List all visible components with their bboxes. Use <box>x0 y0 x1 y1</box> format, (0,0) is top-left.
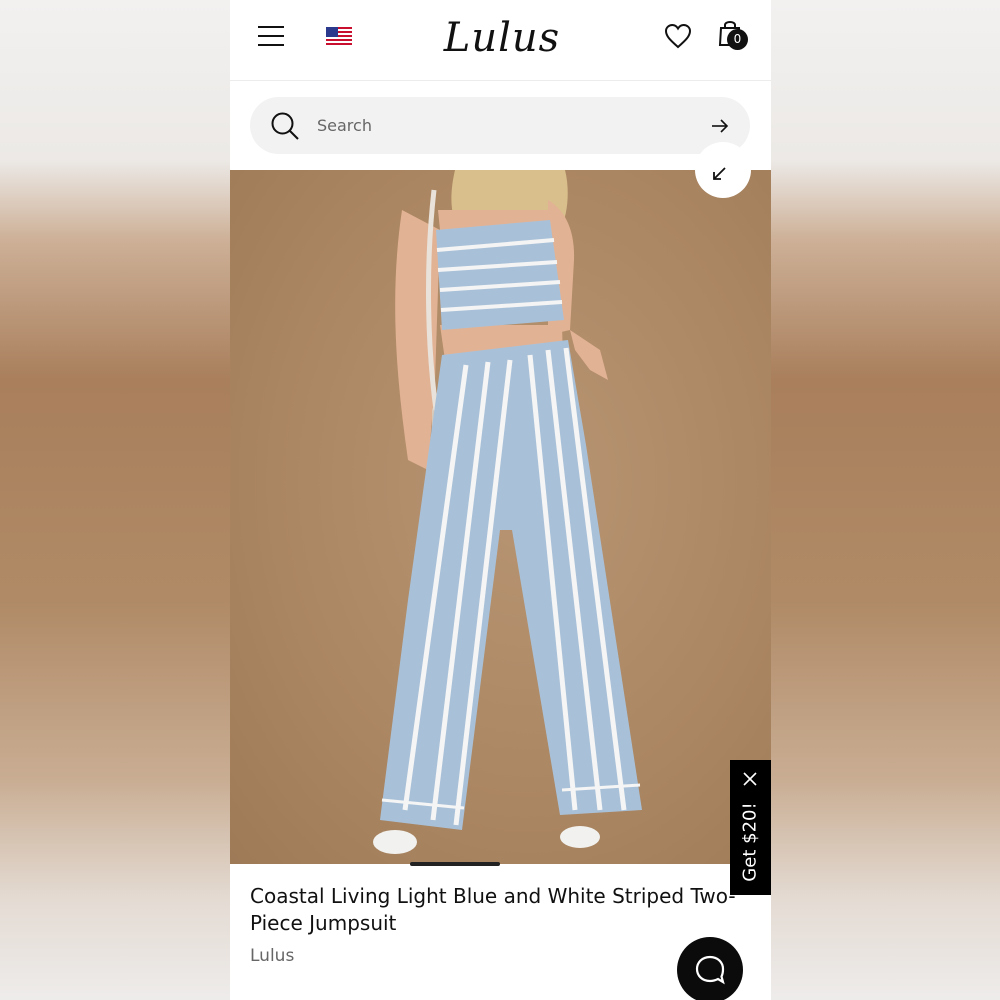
site-header: Lulus 0 <box>230 0 771 81</box>
mobile-page: Lulus 0 Search Get $20! Coastal Living L… <box>230 0 771 1000</box>
collapse-arrow-icon <box>713 167 726 180</box>
image-carousel-indicator <box>410 862 500 866</box>
heart-icon[interactable] <box>664 23 692 49</box>
arrow-right-icon[interactable] <box>710 116 730 136</box>
promo-tab[interactable]: Get $20! <box>730 760 771 895</box>
site-logo[interactable]: Lulus <box>442 10 562 66</box>
cart-count-badge: 0 <box>727 29 748 50</box>
search-input[interactable]: Search <box>317 97 372 154</box>
product-image[interactable] <box>230 170 771 864</box>
product-title: Coastal Living Light Blue and White Stri… <box>250 884 736 935</box>
search-bar[interactable]: Search <box>250 97 750 154</box>
us-flag-icon[interactable] <box>326 27 352 45</box>
close-icon[interactable] <box>743 772 757 786</box>
collapse-image-button[interactable] <box>695 142 751 198</box>
menu-icon[interactable] <box>258 26 284 46</box>
chat-bubble-icon <box>695 955 725 985</box>
chat-button[interactable] <box>677 937 743 1000</box>
search-icon[interactable] <box>270 111 300 141</box>
model-illustration <box>373 170 642 854</box>
promo-label[interactable]: Get $20! <box>740 787 761 897</box>
product-brand[interactable]: Lulus <box>250 946 294 966</box>
